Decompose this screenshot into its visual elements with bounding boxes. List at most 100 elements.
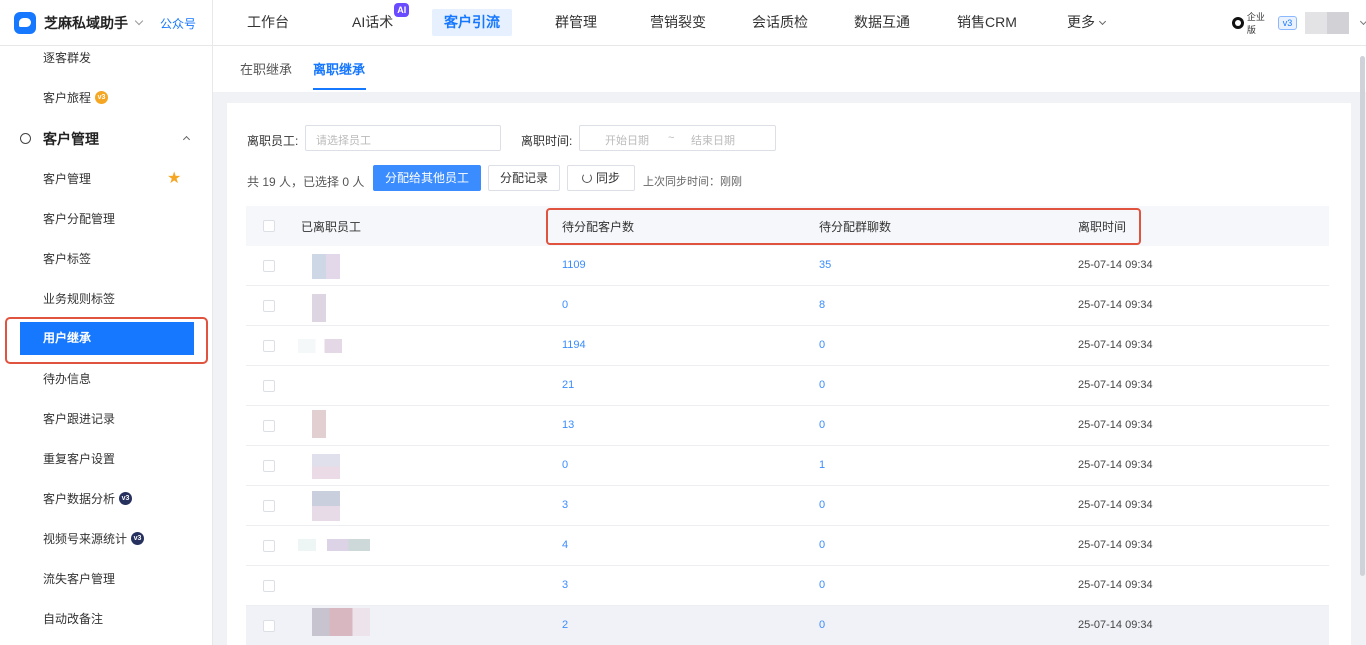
row-checkbox[interactable] bbox=[263, 260, 275, 272]
sidebar-item-bulk-send[interactable]: 逐客群发 bbox=[0, 46, 212, 78]
sidebar-item-business-rule-tags[interactable]: 业务规则标签 bbox=[0, 279, 212, 319]
star-icon[interactable]: ★ bbox=[167, 159, 181, 199]
sidebar-item-auto-remark[interactable]: 自动改备注 bbox=[0, 599, 212, 639]
table-row[interactable]: 2 0 25-07-14 09:34 bbox=[246, 606, 1329, 645]
sidebar-item-customer-management[interactable]: 客户管理 ★ bbox=[0, 159, 212, 199]
select-all-checkbox[interactable] bbox=[263, 220, 275, 232]
table-row[interactable]: 21 0 25-07-14 09:34 bbox=[246, 366, 1329, 406]
table-row[interactable]: 4 0 25-07-14 09:34 bbox=[246, 526, 1329, 566]
nav-item-label: 更多 bbox=[1067, 14, 1095, 30]
account-menu[interactable]: 企业版 v3 bbox=[1232, 12, 1366, 35]
resign-time: 25-07-14 09:34 bbox=[1078, 299, 1153, 311]
nav-item-more[interactable]: 更多 bbox=[1067, 9, 1107, 36]
table-row[interactable]: 3 0 25-07-14 09:34 bbox=[246, 566, 1329, 606]
customer-group-icon bbox=[20, 133, 31, 144]
sidebar: 逐客群发 客户旅程 v3 客户管理 客户管理 ★ 客户分配管理 客户标签 业务规则… bbox=[0, 46, 213, 645]
sync-button[interactable]: 同步 bbox=[567, 165, 635, 191]
avatar bbox=[312, 491, 340, 521]
sync-icon bbox=[581, 172, 592, 183]
pending-groups-link[interactable]: 0 bbox=[819, 579, 825, 591]
pending-groups-link[interactable]: 0 bbox=[819, 619, 825, 631]
resign-time: 25-07-14 09:34 bbox=[1078, 339, 1153, 351]
date-range-picker[interactable]: 开始日期 ~ 结束日期 bbox=[579, 125, 776, 151]
sidebar-item-customer-journey[interactable]: 客户旅程 v3 bbox=[0, 78, 212, 118]
pending-customers-link[interactable]: 13 bbox=[562, 419, 574, 431]
sidebar-item-label: 客户数据分析 bbox=[43, 492, 116, 506]
brand[interactable]: 芝麻私域助手 公众号 bbox=[14, 12, 196, 34]
tab-on-duty-inheritance[interactable]: 在职继承 bbox=[240, 59, 292, 78]
vertical-scrollbar[interactable] bbox=[1360, 56, 1365, 576]
employee-select-placeholder: 请选择员工 bbox=[316, 135, 371, 147]
pending-groups-link[interactable]: 35 bbox=[819, 259, 831, 271]
avatar bbox=[312, 254, 340, 279]
sidebar-item-lost-customer-management[interactable]: 流失客户管理 bbox=[0, 559, 212, 599]
sidebar-group-customer-management[interactable]: 客户管理 bbox=[0, 119, 212, 159]
divider bbox=[212, 0, 213, 46]
pending-customers-link[interactable]: 21 bbox=[562, 379, 574, 391]
table-row[interactable]: 1194 0 25-07-14 09:34 bbox=[246, 326, 1329, 366]
row-checkbox[interactable] bbox=[263, 500, 275, 512]
nav-item-ai-scripts[interactable]: AI话术 AI bbox=[352, 3, 410, 36]
nav-item-group-management[interactable]: 群管理 bbox=[555, 9, 597, 36]
chevron-down-icon[interactable] bbox=[1359, 17, 1366, 26]
nav-item-session-qc[interactable]: 会话质检 bbox=[752, 9, 808, 36]
pending-customers-link[interactable]: 2 bbox=[562, 619, 568, 631]
official-account-link[interactable]: 公众号 bbox=[160, 15, 196, 32]
tab-resigned-inheritance[interactable]: 离职继承 bbox=[313, 59, 365, 78]
sidebar-item-customer-tags[interactable]: 客户标签 bbox=[0, 239, 212, 279]
end-date-input[interactable]: 结束日期 bbox=[691, 132, 735, 148]
nav-item-customer-acquisition[interactable]: 客户引流 bbox=[432, 9, 512, 36]
nav-item-workbench[interactable]: 工作台 bbox=[247, 9, 289, 36]
pending-customers-link[interactable]: 3 bbox=[562, 499, 568, 511]
nav-item-data-sync[interactable]: 数据互通 bbox=[854, 9, 910, 36]
pending-groups-link[interactable]: 0 bbox=[819, 379, 825, 391]
sidebar-item-follow-up-records[interactable]: 客户跟进记录 bbox=[0, 399, 212, 439]
row-checkbox[interactable] bbox=[263, 540, 275, 552]
pending-customers-link[interactable]: 3 bbox=[562, 579, 568, 591]
resign-time: 25-07-14 09:34 bbox=[1078, 459, 1153, 471]
last-sync-time: 上次同步时间：刚刚 bbox=[643, 176, 742, 188]
pending-groups-link[interactable]: 1 bbox=[819, 459, 825, 471]
pending-customers-link[interactable]: 4 bbox=[562, 539, 568, 551]
pending-customers-link[interactable]: 0 bbox=[562, 459, 568, 471]
table-row[interactable]: 13 0 25-07-14 09:34 bbox=[246, 406, 1329, 446]
v3-badge-icon: v3 bbox=[95, 91, 109, 105]
tabs-bar: 在职继承 离职继承 bbox=[213, 46, 1366, 92]
row-checkbox[interactable] bbox=[263, 460, 275, 472]
sidebar-item-channels-source-stats[interactable]: 视频号来源统计 v3 bbox=[0, 519, 212, 559]
row-checkbox[interactable] bbox=[263, 420, 275, 432]
sidebar-item-todo[interactable]: 待办信息 bbox=[0, 359, 212, 399]
table-row[interactable]: 0 8 25-07-14 09:34 bbox=[246, 286, 1329, 326]
row-checkbox[interactable] bbox=[263, 340, 275, 352]
resign-time: 25-07-14 09:34 bbox=[1078, 539, 1153, 551]
nav-item-sales-crm[interactable]: 销售CRM bbox=[957, 9, 1017, 36]
pending-groups-link[interactable]: 0 bbox=[819, 539, 825, 551]
sidebar-item-customer-data-analysis[interactable]: 客户数据分析 v3 bbox=[0, 479, 212, 519]
assign-records-button[interactable]: 分配记录 bbox=[488, 165, 560, 191]
pending-customers-link[interactable]: 1109 bbox=[562, 259, 586, 271]
edition-icon bbox=[1232, 17, 1244, 29]
sidebar-item-duplicate-customer-settings[interactable]: 重复客户设置 bbox=[0, 439, 212, 479]
sidebar-item-label: 视频号来源统计 bbox=[43, 532, 128, 546]
tab-active-indicator bbox=[313, 88, 366, 90]
start-date-input[interactable]: 开始日期 bbox=[605, 132, 649, 148]
sidebar-item-customer-allocation[interactable]: 客户分配管理 bbox=[0, 199, 212, 239]
avatar[interactable] bbox=[1305, 12, 1350, 34]
row-checkbox[interactable] bbox=[263, 300, 275, 312]
pending-customers-link[interactable]: 0 bbox=[562, 299, 568, 311]
table-row[interactable]: 0 1 25-07-14 09:34 bbox=[246, 446, 1329, 486]
pending-groups-link[interactable]: 0 bbox=[819, 339, 825, 351]
employee-select[interactable]: 请选择员工 bbox=[305, 125, 501, 151]
pending-groups-link[interactable]: 8 bbox=[819, 299, 825, 311]
row-checkbox[interactable] bbox=[263, 580, 275, 592]
chevron-down-icon[interactable] bbox=[134, 16, 144, 26]
pending-customers-link[interactable]: 1194 bbox=[562, 339, 586, 351]
row-checkbox[interactable] bbox=[263, 620, 275, 632]
assign-to-other-button[interactable]: 分配给其他员工 bbox=[373, 165, 481, 191]
table-row[interactable]: 3 0 25-07-14 09:34 bbox=[246, 486, 1329, 526]
row-checkbox[interactable] bbox=[263, 380, 275, 392]
pending-groups-link[interactable]: 0 bbox=[819, 419, 825, 431]
pending-groups-link[interactable]: 0 bbox=[819, 499, 825, 511]
table-row[interactable]: 1109 35 25-07-14 09:34 bbox=[246, 246, 1329, 286]
nav-item-marketing-fission[interactable]: 营销裂变 bbox=[650, 9, 706, 36]
